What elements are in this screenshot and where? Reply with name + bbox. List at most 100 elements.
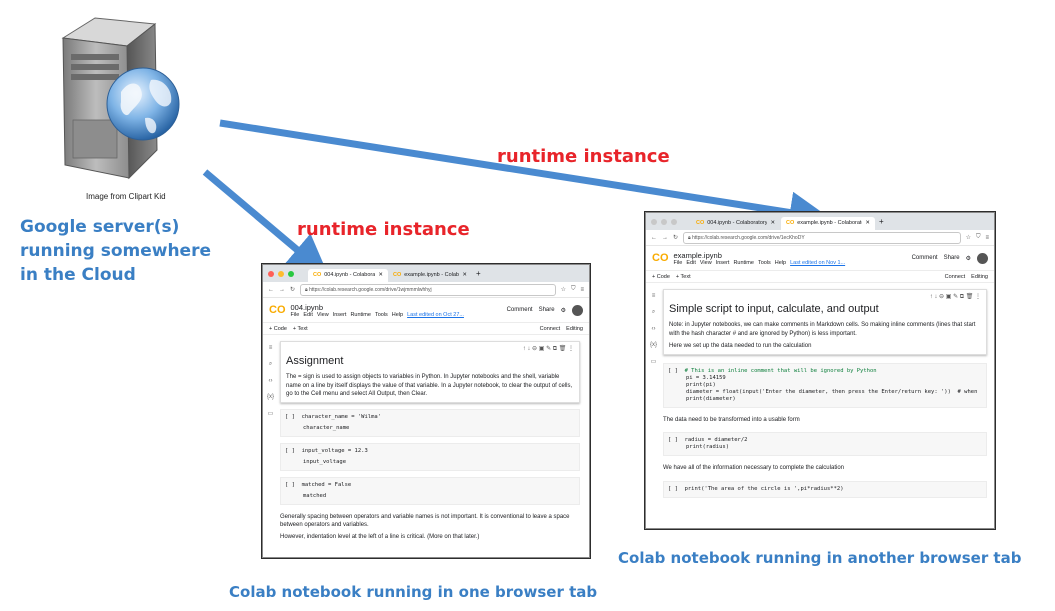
new-tab-icon[interactable]: + <box>476 269 481 278</box>
right-tab-bar: CO 004.ipynb - Colaboratory ✕ CO example… <box>646 213 994 230</box>
folder-icon[interactable]: ▭ <box>268 410 274 417</box>
left-tab-bar: CO 004.ipynb - Colaboratory ✕ CO example… <box>263 265 589 282</box>
gear-icon[interactable]: ⚙ <box>966 255 971 262</box>
variables-icon[interactable]: {x} <box>650 342 657 348</box>
add-code-button[interactable]: + Code <box>652 274 670 280</box>
menu-edit[interactable]: Edit <box>303 312 312 318</box>
code-icon[interactable]: ‹› <box>652 326 656 332</box>
add-text-button[interactable]: + Text <box>293 326 308 332</box>
colab-tab-icon: CO <box>786 220 795 226</box>
gear-icon[interactable]: ⚙ <box>561 307 566 314</box>
toc-icon[interactable]: ≡ <box>269 345 273 351</box>
add-text-button[interactable]: + Text <box>676 274 691 280</box>
share-button[interactable]: Share <box>539 307 555 313</box>
code-line: [ ] matched = False <box>285 481 352 488</box>
share-button[interactable]: Share <box>944 255 960 261</box>
shield-icon[interactable]: ⛉ <box>976 234 981 241</box>
last-edited-link[interactable]: Last edited on Oct 27... <box>407 312 464 318</box>
menu-insert[interactable]: Insert <box>716 260 730 266</box>
close-icon[interactable]: ✕ <box>462 272 467 278</box>
reload-icon[interactable]: ↻ <box>290 286 295 293</box>
code-cell-2[interactable]: [ ] input_voltage = 12.3 input_voltage <box>280 442 580 471</box>
tab-example[interactable]: CO example.ipynb - Colaboratory ✕ <box>388 269 472 282</box>
notebook-filename[interactable]: example.ipynb <box>674 251 846 260</box>
close-icon[interactable]: ✕ <box>770 220 775 226</box>
transform-text: The data need to be transformed into a u… <box>663 416 800 423</box>
menu-file[interactable]: File <box>674 260 683 266</box>
connect-button[interactable]: Connect <box>540 326 561 332</box>
title-block: example.ipynb File Edit View Insert Runt… <box>674 251 846 266</box>
menu-help[interactable]: Help <box>775 260 786 266</box>
code-cell-1[interactable]: [ ] # This is an inline comment that wil… <box>663 362 987 408</box>
code-cell-2[interactable]: [ ] radius = diameter/2 print(radius) <box>663 432 987 456</box>
toc-icon[interactable]: ≡ <box>652 293 656 299</box>
comment-button[interactable]: Comment <box>507 307 533 313</box>
maximize-dot[interactable] <box>288 270 294 277</box>
minimize-dot[interactable] <box>661 218 667 225</box>
back-icon[interactable]: ← <box>651 235 657 241</box>
menu-view[interactable]: View <box>317 312 329 318</box>
menu-icon[interactable]: ≡ <box>985 235 989 241</box>
forward-icon[interactable]: → <box>662 235 668 241</box>
menu-tools[interactable]: Tools <box>758 260 771 266</box>
add-code-button[interactable]: + Code <box>269 326 287 332</box>
tab-004[interactable]: CO 004.ipynb - Colaboratory ✕ <box>308 268 388 282</box>
close-icon[interactable]: ✕ <box>865 220 870 226</box>
url-text: https://colab.research.google.com/drive/… <box>692 234 805 241</box>
comment-button[interactable]: Comment <box>912 255 938 261</box>
code-line: [ ] input_voltage = 12.3 <box>285 447 368 454</box>
menu-runtime[interactable]: Runtime <box>350 312 370 318</box>
notebook-filename[interactable]: 004.ipynb <box>291 303 464 312</box>
menu-insert[interactable]: Insert <box>333 312 347 318</box>
avatar[interactable] <box>572 304 583 316</box>
new-tab-icon[interactable]: + <box>879 217 884 226</box>
forward-icon[interactable]: → <box>279 287 285 293</box>
menu-view[interactable]: View <box>700 260 712 266</box>
colab-logo: CO <box>269 304 286 316</box>
window-controls <box>646 218 691 225</box>
tab-004[interactable]: CO 004.ipynb - Colaboratory ✕ <box>691 217 781 230</box>
arrow-to-right-window <box>219 119 832 234</box>
editing-button[interactable]: Editing <box>566 326 583 332</box>
variables-icon[interactable]: {x} <box>267 394 274 400</box>
code-output: input_voltage <box>303 458 347 465</box>
complete-text: We have all of the information necessary… <box>663 465 844 471</box>
menu-runtime[interactable]: Runtime <box>733 260 753 266</box>
code-cell-3[interactable]: [ ] print('The area of the circle is ',p… <box>663 480 987 498</box>
url-field[interactable]: 🔒︎ https://colab.research.google.com/dri… <box>683 231 961 244</box>
close-dot[interactable] <box>268 270 274 277</box>
left-notebook-toolbar: + Code + Text Connect Editing <box>263 323 589 335</box>
code-cell-1[interactable]: [ ] character_name = 'Wilma' character_n… <box>280 408 580 437</box>
search-icon[interactable]: ⌕ <box>652 309 655 316</box>
code-cell-3[interactable]: [ ] matched = False matched <box>280 476 580 505</box>
setup-text: Here we set up the data needed to run th… <box>669 343 812 349</box>
menu-tools[interactable]: Tools <box>375 312 388 318</box>
menu-file[interactable]: File <box>291 312 300 318</box>
reload-icon[interactable]: ↻ <box>673 234 678 241</box>
code-icon[interactable]: ‹› <box>269 378 273 384</box>
star-icon[interactable]: ☆ <box>966 234 971 241</box>
connect-button[interactable]: Connect <box>945 274 966 280</box>
menu-icon[interactable]: ≡ <box>580 287 584 293</box>
close-icon[interactable]: ✕ <box>378 272 383 278</box>
tab-example[interactable]: CO example.ipynb - Colaboratory ✕ <box>781 216 875 230</box>
code-line-1: [ ] print('The area of the circle is ',p… <box>668 485 844 492</box>
arrow-label-left: runtime instance <box>297 219 470 240</box>
menu-edit[interactable]: Edit <box>686 260 695 266</box>
minimize-dot[interactable] <box>278 270 284 277</box>
image-credit: Image from Clipart Kid <box>86 192 166 201</box>
editing-button[interactable]: Editing <box>971 274 988 280</box>
url-field[interactable]: 🔒︎ https://colab.research.google.com/dri… <box>300 283 556 296</box>
folder-icon[interactable]: ▭ <box>651 358 657 365</box>
close-dot[interactable] <box>651 218 657 225</box>
back-icon[interactable]: ← <box>268 287 274 293</box>
shield-icon[interactable]: ⛉ <box>571 286 576 293</box>
search-icon[interactable]: ⌕ <box>269 361 272 368</box>
maximize-dot[interactable] <box>671 218 677 225</box>
code-line-1: [ ] # This is an inline comment that wil… <box>668 367 877 374</box>
star-icon[interactable]: ☆ <box>561 286 566 293</box>
heading-simple-script: Simple script to input, calculate, and o… <box>669 303 879 315</box>
last-edited-link[interactable]: Last edited on Nov 1... <box>790 260 845 266</box>
menu-help[interactable]: Help <box>392 312 403 318</box>
avatar[interactable] <box>977 252 988 264</box>
